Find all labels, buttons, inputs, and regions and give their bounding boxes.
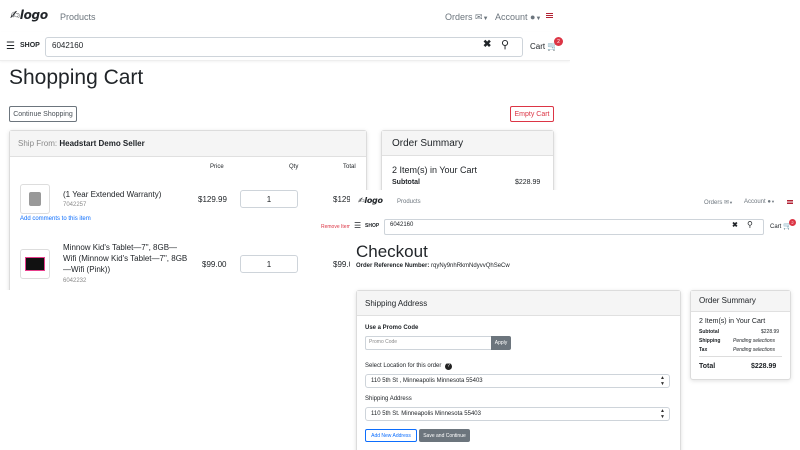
clear-icon[interactable]: ✖ (483, 39, 491, 50)
page-title: Shopping Cart (9, 66, 144, 89)
location-label: Select Location for this order ? (365, 363, 453, 370)
chevron-down-icon: ▼ (482, 16, 489, 22)
shipping-card: Shipping Address Use a Promo Code Promo … (356, 290, 681, 450)
warranty-image (29, 192, 41, 206)
subtotal-label: Subtotal (699, 329, 719, 335)
total-value: $228.99 (751, 363, 777, 370)
select-arrow-icon: ▲ ▼ (660, 408, 665, 420)
chevron-down-icon: ▼ (535, 16, 542, 22)
add-new-address-button[interactable]: Add New Address (365, 429, 417, 442)
cart-count-badge: 2 (789, 219, 796, 226)
location-select[interactable]: 110 5th St , Minneapolis Minnesota 55403… (365, 374, 670, 388)
nav-orders[interactable]: Orders ✉▼ (445, 12, 489, 23)
nav-account[interactable]: Account ●▼ (744, 199, 775, 205)
checkout-window: ✍logo Products Orders ✉▼ Account ●▼ ☰ SH… (350, 190, 800, 450)
nav-products[interactable]: Products (397, 199, 421, 205)
subtotal-value: $228.99 (515, 179, 541, 186)
summary-divider (699, 356, 782, 357)
search-input[interactable] (45, 37, 523, 57)
search-icon[interactable]: ⚲ (747, 220, 753, 229)
item-thumbnail[interactable] (20, 184, 50, 214)
order-summary-title: Order Summary (699, 296, 756, 305)
page-title: Checkout (356, 242, 428, 261)
menu-icon[interactable]: ☰ (6, 41, 15, 52)
search-query: 6042160 (390, 222, 414, 228)
item-sku: 7042257 (63, 202, 87, 208)
cart-card: Ship From: Headstart Demo Seller Price Q… (9, 130, 367, 290)
order-summary-card: Order Summary 2 Item(s) in Your Cart Sub… (690, 290, 791, 380)
search-icon[interactable]: ⚲ (501, 38, 509, 51)
total-label: Total (699, 363, 716, 370)
column-qty: Qty (289, 164, 299, 170)
item-name[interactable]: (1 Year Extended Warranty) (63, 190, 161, 199)
column-total: Total (343, 164, 356, 170)
nav-account[interactable]: Account ●▼ (495, 12, 541, 22)
shipping-value: Pending selections (733, 338, 775, 344)
shipping-label: Shipping (699, 338, 721, 344)
order-reference: Order Reference Number: rqyNy9nhRkmNdyvv… (356, 263, 510, 269)
flag-icon[interactable] (787, 200, 793, 204)
orders-icon: ✉ (475, 12, 483, 22)
search-query: 6042160 (52, 41, 84, 50)
item-price: $129.99 (198, 195, 227, 204)
subtotal-value: $228.99 (761, 329, 780, 335)
item-name[interactable]: Minnow Kid's Tablet—7", 8GB—Wifi (Minnow… (63, 242, 188, 275)
promo-placeholder: Promo Code (369, 339, 398, 345)
promo-label: Use a Promo Code (365, 325, 419, 331)
tax-label: Tax (699, 347, 708, 353)
nav-products[interactable]: Products (60, 12, 96, 22)
quantity-input[interactable]: 1 (240, 255, 298, 273)
select-arrow-icon: ▲ ▼ (660, 375, 665, 387)
logo[interactable]: ✍logo (10, 8, 48, 22)
address-label: Shipping Address (365, 396, 412, 402)
column-price: Price (210, 164, 224, 170)
item-sku: 6042232 (63, 278, 87, 284)
logo-mark-icon: ✍ (10, 8, 20, 22)
subtotal-label: Subtotal (392, 179, 420, 186)
apply-button[interactable]: Apply (491, 336, 511, 350)
order-summary-title: Order Summary (392, 138, 464, 149)
item-thumbnail[interactable] (20, 249, 50, 279)
shop-label[interactable]: SHOP (365, 223, 379, 229)
remove-item-link[interactable]: Remove Item (321, 224, 351, 230)
search-input[interactable] (384, 219, 764, 235)
add-comments-link[interactable]: Add comments to this item (20, 216, 91, 222)
clear-icon[interactable]: ✖ (732, 221, 738, 229)
quantity-input[interactable]: 1 (240, 190, 298, 208)
save-and-continue-button[interactable]: Save and Continue (419, 429, 470, 442)
item-price: $99.00 (202, 260, 227, 269)
chevron-down-icon: ▼ (770, 199, 775, 204)
nav-orders[interactable]: Orders ✉▼ (704, 199, 733, 206)
cart-count-badge: 2 (554, 37, 563, 46)
chevron-down-icon: ▼ (729, 200, 734, 205)
continue-shopping-button[interactable]: Continue Shopping (9, 106, 77, 122)
tablet-image (25, 257, 45, 271)
menu-icon[interactable]: ☰ (354, 221, 361, 230)
empty-cart-button[interactable]: Empty Cart (510, 106, 554, 122)
help-icon[interactable]: ? (445, 363, 453, 370)
flag-icon[interactable] (546, 13, 553, 18)
item-count: 2 Item(s) in Your Cart (699, 318, 766, 325)
ship-from: Ship From: Headstart Demo Seller (18, 139, 145, 148)
address-select[interactable]: 110 5th St. Minneapolis Minnesota 55403 … (365, 407, 670, 421)
shipping-title: Shipping Address (365, 299, 428, 308)
shop-label[interactable]: SHOP (20, 42, 40, 49)
tax-value: Pending selections (733, 347, 775, 353)
logo[interactable]: ✍logo (358, 196, 383, 205)
item-count: 2 Item(s) in Your Cart (392, 165, 478, 175)
